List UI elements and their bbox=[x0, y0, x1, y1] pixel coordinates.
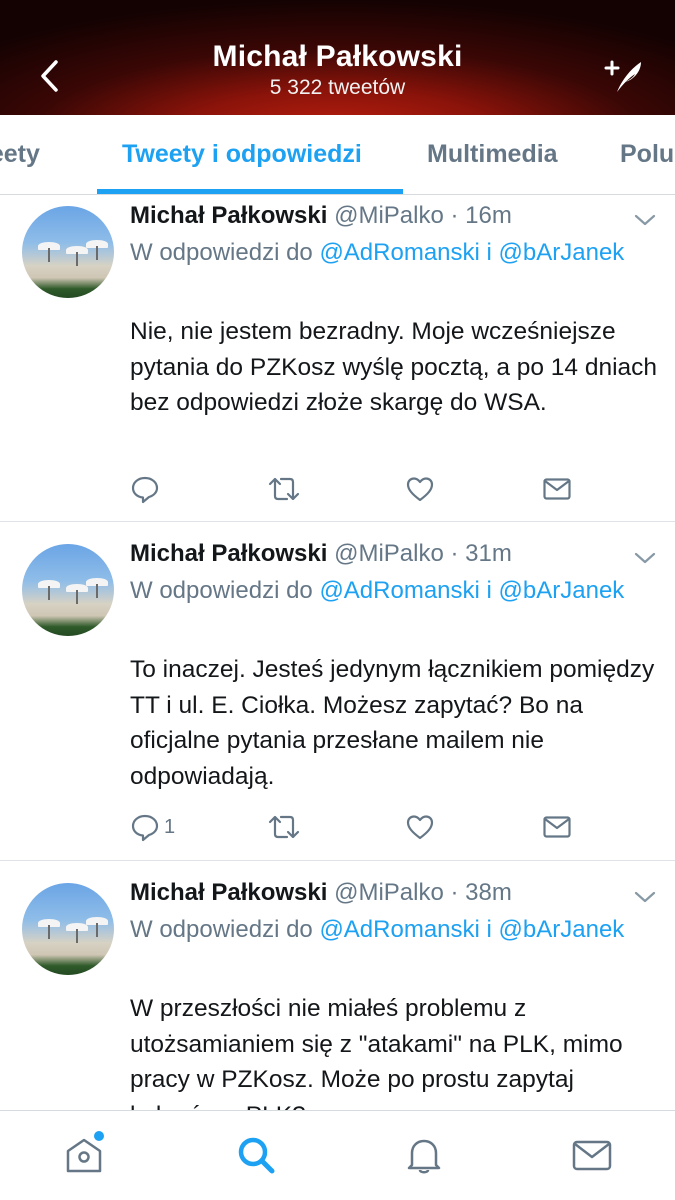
reply-context: W odpowiedzi do @AdRomanski i @bArJanek bbox=[130, 911, 650, 949]
nav-notifications[interactable] bbox=[400, 1131, 448, 1179]
mention-link[interactable]: @bArJanek bbox=[499, 916, 625, 943]
tweet-item[interactable]: Michał Pałkowski @MiPalko · 31m W odpowi… bbox=[0, 522, 675, 861]
mail-icon bbox=[543, 816, 571, 838]
retweet-icon bbox=[268, 815, 300, 839]
like-button[interactable] bbox=[405, 474, 435, 504]
nav-search[interactable] bbox=[232, 1131, 280, 1179]
author-handle[interactable]: @MiPalko bbox=[334, 879, 444, 906]
author-name[interactable]: Michał Pałkowski bbox=[130, 202, 327, 229]
tweet-time: 16m bbox=[465, 202, 512, 229]
tab-media[interactable]: Multimedia bbox=[427, 140, 558, 169]
tweet-header: Michał Pałkowski @MiPalko · 31m bbox=[130, 540, 512, 568]
tweet-time: 38m bbox=[465, 879, 512, 906]
tab-likes[interactable]: Polubione bbox=[620, 140, 675, 169]
profile-name-title: Michał Pałkowski bbox=[212, 40, 463, 73]
nav-messages[interactable] bbox=[568, 1131, 616, 1179]
reply-prefix: W odpowiedzi do bbox=[130, 577, 313, 604]
reply-icon bbox=[131, 814, 159, 842]
tweet-count: 5 322 tweetów bbox=[269, 76, 406, 99]
heart-icon bbox=[406, 815, 434, 840]
reply-prefix: W odpowiedzi do bbox=[130, 916, 313, 943]
author-name[interactable]: Michał Pałkowski bbox=[130, 879, 327, 906]
avatar[interactable] bbox=[22, 206, 114, 298]
retweet-button[interactable] bbox=[267, 474, 301, 504]
tweet-header: Michał Pałkowski @MiPalko · 38m bbox=[130, 879, 512, 907]
compose-button[interactable] bbox=[600, 56, 648, 96]
like-button[interactable] bbox=[405, 812, 435, 842]
tweet-feed[interactable]: Michał Pałkowski @MiPalko · 16m W odpowi… bbox=[0, 196, 675, 1110]
reply-context: W odpowiedzi do @AdRomanski i @bArJanek bbox=[130, 572, 650, 610]
direct-message-button[interactable] bbox=[542, 474, 572, 504]
notification-dot bbox=[94, 1131, 104, 1141]
chevron-down-icon[interactable] bbox=[632, 887, 658, 907]
separator-dot: · bbox=[443, 202, 466, 229]
profile-header: Michał Pałkowski 5 322 tweetów bbox=[0, 0, 675, 115]
tweet-header: Michał Pałkowski @MiPalko · 16m bbox=[130, 202, 512, 230]
mention-link[interactable]: @AdRomanski bbox=[319, 577, 479, 604]
author-name[interactable]: Michał Pałkowski bbox=[130, 540, 327, 567]
profile-tabs: Tweety Tweety i odpowiedzi Multimedia Po… bbox=[0, 115, 675, 195]
search-icon bbox=[238, 1137, 275, 1174]
reply-conjunction: i bbox=[486, 577, 492, 604]
reply-conjunction: i bbox=[486, 916, 492, 943]
avatar[interactable] bbox=[22, 544, 114, 636]
tab-tweets-and-replies[interactable]: Tweety i odpowiedzi bbox=[122, 140, 362, 169]
avatar[interactable] bbox=[22, 883, 114, 975]
reply-prefix: W odpowiedzi do bbox=[130, 239, 313, 266]
mention-link[interactable]: @AdRomanski bbox=[319, 239, 479, 266]
tweet-text: W przeszłości nie miałeś problemu z utoż… bbox=[130, 995, 623, 1110]
tweet-item[interactable]: Michał Pałkowski @MiPalko · 16m W odpowi… bbox=[0, 196, 675, 522]
author-handle[interactable]: @MiPalko bbox=[334, 202, 444, 229]
tweet-item[interactable]: Michał Pałkowski @MiPalko · 38m W odpowi… bbox=[0, 861, 675, 1110]
tab-tweets[interactable]: Tweety bbox=[0, 140, 40, 169]
mention-link[interactable]: @bArJanek bbox=[499, 239, 625, 266]
chevron-down-icon[interactable] bbox=[632, 548, 658, 568]
reply-button[interactable]: 1 bbox=[130, 812, 175, 842]
author-handle[interactable]: @MiPalko bbox=[334, 540, 444, 567]
heart-icon bbox=[406, 477, 434, 502]
mail-icon bbox=[572, 1140, 612, 1171]
retweet-icon bbox=[268, 477, 300, 501]
active-tab-indicator bbox=[97, 189, 403, 194]
tweet-actions bbox=[130, 474, 572, 504]
mail-icon bbox=[543, 478, 571, 500]
retweet-button[interactable] bbox=[267, 812, 301, 842]
tweet-text: To inaczej. Jesteś jedynym łącznikiem po… bbox=[130, 656, 655, 790]
separator-dot: · bbox=[443, 540, 466, 567]
direct-message-button[interactable] bbox=[542, 812, 572, 842]
bell-icon bbox=[407, 1139, 441, 1174]
chevron-down-icon[interactable] bbox=[632, 210, 658, 230]
tweet-time: 31m bbox=[465, 540, 512, 567]
reply-conjunction: i bbox=[486, 239, 492, 266]
mention-link[interactable]: @AdRomanski bbox=[319, 916, 479, 943]
tweet-text: Nie, nie jestem bezradny. Moje wcześniej… bbox=[130, 318, 658, 416]
reply-icon bbox=[131, 476, 159, 504]
bottom-tab-bar bbox=[0, 1110, 675, 1200]
compose-tweet-icon bbox=[604, 60, 641, 92]
reply-count: 1 bbox=[164, 815, 176, 838]
mention-link[interactable]: @bArJanek bbox=[499, 577, 625, 604]
reply-button[interactable] bbox=[130, 474, 160, 504]
tweet-actions: 1 bbox=[130, 812, 572, 842]
reply-context: W odpowiedzi do @AdRomanski i @bArJanek bbox=[130, 234, 650, 272]
separator-dot: · bbox=[443, 879, 466, 906]
